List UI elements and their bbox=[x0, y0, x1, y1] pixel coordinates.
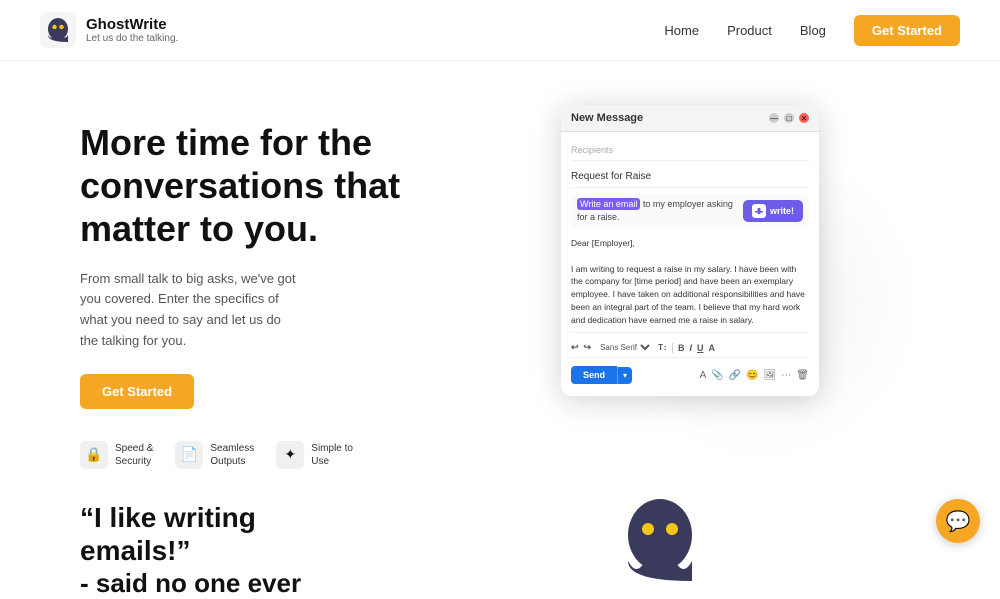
underline-icon[interactable]: U bbox=[697, 343, 704, 353]
email-prompt-row: Write an email to my employer asking for… bbox=[571, 194, 809, 227]
logo-icon bbox=[40, 12, 76, 48]
ghost-svg bbox=[620, 491, 700, 591]
feature-seamless-outputs: 📄 SeamlessOutputs bbox=[175, 441, 254, 469]
write-btn-label: write! bbox=[770, 206, 794, 216]
ghost-area bbox=[400, 501, 920, 596]
window-minimize[interactable]: — bbox=[769, 113, 779, 123]
email-titlebar: New Message — □ ✕ bbox=[561, 105, 819, 132]
font-select[interactable]: Sans Serif bbox=[596, 342, 653, 353]
navbar: GhostWrite Let us do the talking. Home P… bbox=[0, 0, 1000, 61]
window-maximize[interactable]: □ bbox=[784, 113, 794, 123]
attach-icon[interactable]: 📎 bbox=[711, 370, 723, 381]
email-bottom-bar: Send ▾ A 📎 🔗 😊 🖼 ⋯ 🗑 bbox=[571, 362, 809, 388]
nav-links: Home Product Blog Get Started bbox=[664, 15, 960, 46]
text-color-icon[interactable]: A bbox=[709, 343, 716, 353]
ghost-mascot bbox=[620, 491, 700, 596]
redo-icon[interactable]: ↪ bbox=[584, 342, 592, 353]
hero-description: From small talk to big asks, we've got y… bbox=[80, 269, 300, 352]
quote-line2: - said no one ever bbox=[80, 568, 360, 599]
recipients-label: Recipients bbox=[571, 145, 809, 155]
feature-speed-security: 🔒 Speed &Security bbox=[80, 441, 153, 469]
email-body: Recipients Request for Raise Write an em… bbox=[561, 132, 819, 396]
write-icon bbox=[752, 204, 766, 218]
send-btn-group: Send ▾ bbox=[571, 366, 632, 384]
emoji-icon[interactable]: 😊 bbox=[746, 370, 758, 381]
italic-icon[interactable]: I bbox=[689, 343, 692, 353]
email-title: New Message bbox=[571, 112, 643, 124]
window-controls: — □ ✕ bbox=[769, 113, 809, 123]
logo-title: GhostWrite bbox=[86, 16, 178, 33]
nav-get-started-button[interactable]: Get Started bbox=[854, 15, 960, 46]
chat-bubble-icon: 💬 bbox=[946, 509, 971, 534]
email-formatting-toolbar: ↩ ↪ Sans Serif T↕ B I U A bbox=[571, 338, 809, 358]
hero-left: More time for theconversations thatmatte… bbox=[80, 101, 420, 469]
logo-subtitle: Let us do the talking. bbox=[86, 33, 178, 44]
logo-area: GhostWrite Let us do the talking. bbox=[40, 12, 178, 48]
nav-home[interactable]: Home bbox=[664, 23, 699, 38]
email-window: New Message — □ ✕ Recipients Request for… bbox=[561, 105, 819, 396]
logo-text-block: GhostWrite Let us do the talking. bbox=[86, 16, 178, 44]
chat-bubble-button[interactable]: 💬 bbox=[936, 499, 980, 543]
nav-product[interactable]: Product bbox=[727, 23, 772, 38]
seamless-outputs-icon: 📄 bbox=[175, 441, 203, 469]
prompt-highlight: Write an email bbox=[577, 198, 640, 210]
delete-icon[interactable]: 🗑 bbox=[796, 370, 809, 381]
feature-simple-use: ✦ Simple toUse bbox=[276, 441, 353, 469]
nav-blog[interactable]: Blog bbox=[800, 23, 826, 38]
simple-use-icon: ✦ bbox=[276, 441, 304, 469]
lower-section: “I like writing emails!” - said no one e… bbox=[0, 469, 1000, 599]
image-icon[interactable]: 🖼 bbox=[764, 370, 777, 381]
quote-line1: “I like writing emails!” bbox=[80, 501, 360, 568]
undo-icon[interactable]: ↩ bbox=[571, 342, 579, 353]
feature-simple-label: Simple toUse bbox=[311, 442, 353, 468]
bold-icon[interactable]: B bbox=[678, 343, 685, 353]
font-size-icon[interactable]: T↕ bbox=[658, 343, 667, 352]
hero-heading: More time for theconversations thatmatte… bbox=[80, 121, 420, 251]
feature-seamless-label: SeamlessOutputs bbox=[210, 442, 254, 468]
email-text: Dear [Employer], I am writing to request… bbox=[571, 237, 809, 333]
link-icon[interactable]: 🔗 bbox=[729, 370, 741, 381]
window-close[interactable]: ✕ bbox=[799, 113, 809, 123]
email-content[interactable]: Dear [Employer], I am writing to request… bbox=[571, 233, 809, 333]
write-button[interactable]: write! bbox=[743, 200, 803, 222]
send-button[interactable]: Send bbox=[571, 366, 617, 384]
quote-block: “I like writing emails!” - said no one e… bbox=[80, 501, 360, 599]
bottom-icons: A 📎 🔗 😊 🖼 ⋯ 🗑 bbox=[700, 370, 809, 381]
feature-speed-label: Speed &Security bbox=[115, 442, 153, 468]
hero-get-started-button[interactable]: Get Started bbox=[80, 374, 194, 409]
speed-security-icon: 🔒 bbox=[80, 441, 108, 469]
recipients-field[interactable]: Recipients bbox=[571, 140, 809, 161]
email-prompt-text: Write an email to my employer asking for… bbox=[577, 198, 743, 223]
send-dropdown[interactable]: ▾ bbox=[617, 367, 632, 384]
features-row: 🔒 Speed &Security 📄 SeamlessOutputs ✦ Si… bbox=[80, 441, 420, 469]
more-icon[interactable]: ⋯ bbox=[781, 370, 791, 381]
hero-section: More time for theconversations thatmatte… bbox=[0, 61, 1000, 469]
format-icon[interactable]: A bbox=[700, 370, 707, 381]
subject-field[interactable]: Request for Raise bbox=[571, 165, 809, 188]
subject-value: Request for Raise bbox=[571, 171, 809, 182]
